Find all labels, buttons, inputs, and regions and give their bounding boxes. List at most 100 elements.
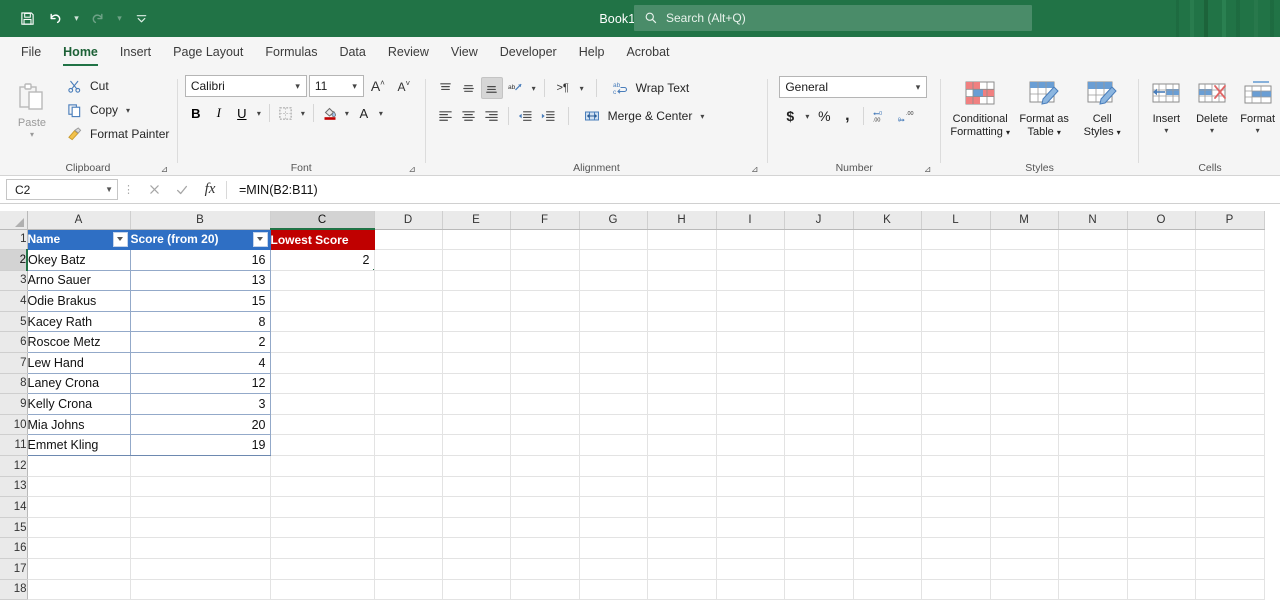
cell-a18[interactable] xyxy=(27,579,130,600)
cell-i16[interactable] xyxy=(716,538,784,559)
cell-j16[interactable] xyxy=(784,538,853,559)
cell-m11[interactable] xyxy=(990,435,1058,456)
percent-format-button[interactable]: % xyxy=(813,105,835,127)
cell-b7[interactable]: 4 xyxy=(130,353,270,374)
cell-j6[interactable] xyxy=(784,332,853,353)
cell-h1[interactable] xyxy=(647,229,716,250)
cell-c15[interactable] xyxy=(270,517,374,538)
cell-f11[interactable] xyxy=(510,435,579,456)
cell-l18[interactable] xyxy=(921,579,990,600)
cell-c11[interactable] xyxy=(270,435,374,456)
cell-j12[interactable] xyxy=(784,456,853,477)
redo-dropdown-icon[interactable]: ▾ xyxy=(113,7,126,31)
cell-k17[interactable] xyxy=(853,559,921,580)
cell-k9[interactable] xyxy=(853,394,921,415)
cell-e1[interactable] xyxy=(442,229,510,250)
cell-o14[interactable] xyxy=(1127,497,1195,518)
cell-h10[interactable] xyxy=(647,414,716,435)
cell-b3[interactable]: 13 xyxy=(130,270,270,291)
cell-d12[interactable] xyxy=(374,456,442,477)
cell-p7[interactable] xyxy=(1195,353,1264,374)
cell-j7[interactable] xyxy=(784,353,853,374)
cell-g14[interactable] xyxy=(579,497,647,518)
cell-c7[interactable] xyxy=(270,353,374,374)
cell-j8[interactable] xyxy=(784,373,853,394)
cell-g3[interactable] xyxy=(579,270,647,291)
cell-i17[interactable] xyxy=(716,559,784,580)
cell-m9[interactable] xyxy=(990,394,1058,415)
cell-o8[interactable] xyxy=(1127,373,1195,394)
cell-h8[interactable] xyxy=(647,373,716,394)
cell-l6[interactable] xyxy=(921,332,990,353)
italic-button[interactable]: I xyxy=(208,102,230,124)
font-size-select[interactable]: 11 ▾ xyxy=(309,75,364,97)
cell-o1[interactable] xyxy=(1127,229,1195,250)
cell-e9[interactable] xyxy=(442,394,510,415)
number-format-select[interactable]: General ▾ xyxy=(779,76,927,98)
borders-button[interactable] xyxy=(275,102,297,124)
cut-button[interactable]: Cut xyxy=(60,75,172,97)
cell-f18[interactable] xyxy=(510,579,579,600)
cell-d8[interactable] xyxy=(374,373,442,394)
underline-dropdown-icon[interactable]: ▾ xyxy=(254,109,264,118)
cell-d2[interactable] xyxy=(374,250,442,271)
cell-m2[interactable] xyxy=(990,250,1058,271)
cell-l16[interactable] xyxy=(921,538,990,559)
increase-decimal-button[interactable]: 0.00 xyxy=(869,105,893,127)
row-header-8[interactable]: 8 xyxy=(0,373,27,394)
align-top-button[interactable] xyxy=(435,77,457,99)
cell-i4[interactable] xyxy=(716,291,784,312)
cell-e17[interactable] xyxy=(442,559,510,580)
cell-e5[interactable] xyxy=(442,311,510,332)
cell-g2[interactable] xyxy=(579,250,647,271)
cell-m8[interactable] xyxy=(990,373,1058,394)
cell-p15[interactable] xyxy=(1195,517,1264,538)
cell-n16[interactable] xyxy=(1058,538,1127,559)
cell-l4[interactable] xyxy=(921,291,990,312)
cell-n2[interactable] xyxy=(1058,250,1127,271)
undo-dropdown-icon[interactable]: ▾ xyxy=(70,7,83,31)
cell-d17[interactable] xyxy=(374,559,442,580)
cell-f17[interactable] xyxy=(510,559,579,580)
cell-p16[interactable] xyxy=(1195,538,1264,559)
cell-b2[interactable]: 16 xyxy=(130,250,270,271)
cell-p5[interactable] xyxy=(1195,311,1264,332)
cell-n14[interactable] xyxy=(1058,497,1127,518)
filter-button-score[interactable] xyxy=(253,232,268,247)
cell-h2[interactable] xyxy=(647,250,716,271)
cell-o11[interactable] xyxy=(1127,435,1195,456)
row-header-16[interactable]: 16 xyxy=(0,538,27,559)
cell-i12[interactable] xyxy=(716,456,784,477)
cell-i1[interactable] xyxy=(716,229,784,250)
cell-k7[interactable] xyxy=(853,353,921,374)
cell-d7[interactable] xyxy=(374,353,442,374)
alignment-dialog-launcher[interactable]: ⊿ xyxy=(749,164,760,175)
cell-n9[interactable] xyxy=(1058,394,1127,415)
font-dialog-launcher[interactable]: ⊿ xyxy=(407,164,418,175)
cell-o17[interactable] xyxy=(1127,559,1195,580)
cell-o10[interactable] xyxy=(1127,414,1195,435)
cell-e15[interactable] xyxy=(442,517,510,538)
row-header-17[interactable]: 17 xyxy=(0,559,27,580)
cell-p6[interactable] xyxy=(1195,332,1264,353)
row-header-1[interactable]: 1 xyxy=(0,229,27,250)
cell-n10[interactable] xyxy=(1058,414,1127,435)
cell-o16[interactable] xyxy=(1127,538,1195,559)
cell-g1[interactable] xyxy=(579,229,647,250)
cell-a16[interactable] xyxy=(27,538,130,559)
cell-b14[interactable] xyxy=(130,497,270,518)
column-header-l[interactable]: L xyxy=(921,211,990,229)
cell-e4[interactable] xyxy=(442,291,510,312)
cell-l17[interactable] xyxy=(921,559,990,580)
row-header-18[interactable]: 18 xyxy=(0,579,27,600)
cell-a14[interactable] xyxy=(27,497,130,518)
cell-g17[interactable] xyxy=(579,559,647,580)
underline-button[interactable]: U xyxy=(231,102,253,124)
cell-b4[interactable]: 15 xyxy=(130,291,270,312)
cell-h16[interactable] xyxy=(647,538,716,559)
cell-c6[interactable] xyxy=(270,332,374,353)
cell-n6[interactable] xyxy=(1058,332,1127,353)
cell-j15[interactable] xyxy=(784,517,853,538)
tab-page-layout[interactable]: Page Layout xyxy=(162,37,254,67)
cell-m13[interactable] xyxy=(990,476,1058,497)
